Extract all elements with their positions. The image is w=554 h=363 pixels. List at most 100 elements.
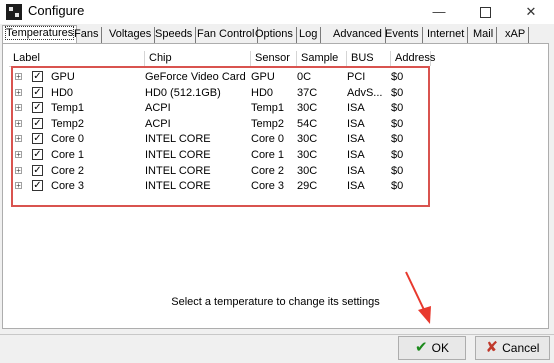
sensor-row[interactable]: + ✓ HD0 HD0 (512.1GB) HD0 37C AdvS... $0 <box>9 85 429 101</box>
column-header-sensor[interactable]: Sensor <box>251 51 297 66</box>
tab-options[interactable]: Options <box>252 27 297 44</box>
cell-label: Temp1 <box>51 102 85 115</box>
cancel-label: Cancel <box>502 341 540 355</box>
sensor-checkbox[interactable]: ✓ <box>32 71 43 82</box>
cell-address: $0 <box>391 133 404 146</box>
tab-events[interactable]: Events <box>382 27 423 44</box>
cell-bus: ISA <box>347 133 365 146</box>
maximize-button[interactable] <box>462 0 508 24</box>
cell-sensor: Core 1 <box>251 149 285 161</box>
cell-chip: INTEL CORE <box>145 149 211 161</box>
column-header-chip[interactable]: Chip <box>145 51 251 66</box>
checkmark-icon: ✔ <box>415 339 428 356</box>
sensor-checkbox[interactable]: ✓ <box>32 86 43 98</box>
expand-icon[interactable]: + <box>15 104 22 112</box>
sensor-row[interactable]: + ✓ Temp2 ACPI Temp2 54C ISA $0 <box>9 116 429 132</box>
tab-voltages[interactable]: Voltages <box>106 27 156 44</box>
cell-label: Core 1 <box>51 149 85 161</box>
cell-address: $0 <box>391 117 404 130</box>
cell-chip: HD0 (512.1GB) <box>145 86 221 99</box>
cell-sample: 0C <box>297 71 312 83</box>
cell-chip: INTEL CORE <box>145 180 211 193</box>
cell-address: $0 <box>391 102 404 115</box>
tab-xap[interactable]: xAP <box>502 27 530 44</box>
cell-chip: ACPI <box>145 102 171 115</box>
sensor-row[interactable]: + ✓ Temp1 ACPI Temp1 30C ISA $0 <box>9 100 429 116</box>
tab-strip: Temperatures Fans Voltages Speeds Fan Co… <box>0 24 554 45</box>
column-header-bus[interactable]: BUS <box>347 51 391 66</box>
sensor-checkbox[interactable]: ✓ <box>32 180 43 192</box>
expand-icon[interactable]: + <box>15 166 22 174</box>
cell-sample: 29C <box>297 180 318 193</box>
expand-icon[interactable]: + <box>15 135 22 143</box>
sensor-checkbox[interactable]: ✓ <box>32 117 43 129</box>
cell-address: $0 <box>391 86 404 99</box>
cell-address: $0 <box>391 149 404 161</box>
cell-sample: 30C <box>297 149 318 161</box>
cell-address: $0 <box>391 164 404 177</box>
window-title: Configure <box>28 3 85 18</box>
cell-label: Temp2 <box>51 117 85 130</box>
cell-label: Core 0 <box>51 133 85 146</box>
title-bar: Configure — ✕ <box>0 0 554 24</box>
sensor-row[interactable]: + ✓ Core 0 INTEL CORE Core 0 30C ISA $0 <box>9 131 429 147</box>
cell-sample: 30C <box>297 102 318 115</box>
cancel-x-icon: ✘ <box>485 339 499 356</box>
column-header-address[interactable]: Address <box>391 51 435 66</box>
app-icon <box>6 4 22 20</box>
cell-address: $0 <box>391 71 404 83</box>
column-header-label[interactable]: Label <box>9 51 145 66</box>
cell-sensor: Core 0 <box>251 133 285 146</box>
close-button[interactable]: ✕ <box>508 0 554 24</box>
cell-sample: 30C <box>297 133 318 146</box>
cell-bus: ISA <box>347 102 365 115</box>
tab-internet[interactable]: Internet <box>424 27 469 44</box>
sensor-row[interactable]: + ✓ GPU GeForce Video Card GPU 0C PCI $0 <box>9 69 429 85</box>
cell-bus: ISA <box>347 164 365 177</box>
cell-sensor: GPU <box>251 71 275 83</box>
sensor-row[interactable]: + ✓ Core 2 INTEL CORE Core 2 30C ISA $0 <box>9 163 429 179</box>
ok-label: OK <box>431 341 449 355</box>
cell-label: Core 3 <box>51 180 85 193</box>
minimize-button[interactable]: — <box>416 0 462 24</box>
cell-bus: AdvS... <box>347 86 383 99</box>
cell-sensor: Core 3 <box>251 180 285 193</box>
cell-bus: PCI <box>347 71 366 83</box>
cell-label: HD0 <box>51 86 74 99</box>
cell-bus: ISA <box>347 149 365 161</box>
sensor-row[interactable]: + ✓ Core 3 INTEL CORE Core 3 29C ISA $0 <box>9 178 429 194</box>
column-header-sample[interactable]: Sample <box>297 51 347 66</box>
expand-icon[interactable]: + <box>15 73 22 81</box>
sensor-row[interactable]: + ✓ Core 1 INTEL CORE Core 1 30C ISA $0 <box>9 147 429 163</box>
sensor-checkbox[interactable]: ✓ <box>32 164 43 176</box>
tab-advanced[interactable]: Advanced <box>330 27 386 44</box>
sensor-checkbox[interactable]: ✓ <box>32 102 43 114</box>
cell-sample: 54C <box>297 117 318 130</box>
cell-address: $0 <box>391 180 404 193</box>
expand-icon[interactable]: + <box>15 119 22 127</box>
cell-label: GPU <box>51 71 75 83</box>
cell-chip: ACPI <box>145 117 171 130</box>
cell-chip: GeForce Video Card <box>145 71 246 83</box>
cell-sensor: HD0 <box>251 86 274 99</box>
status-text: Select a temperature to change its setti… <box>171 296 380 308</box>
expand-icon[interactable]: + <box>15 88 22 96</box>
cell-sensor: Temp2 <box>251 117 285 130</box>
expand-icon[interactable]: + <box>15 182 22 190</box>
tab-temperatures[interactable]: Temperatures <box>2 25 78 45</box>
tab-fan-control[interactable]: Fan Control <box>194 27 259 44</box>
sensor-list[interactable]: Label Chip Sensor Sample BUS Address + ✓ G… <box>9 51 541 264</box>
cell-sample: 37C <box>297 86 318 99</box>
annotation-arrow-icon <box>405 271 431 324</box>
tab-speeds[interactable]: Speeds <box>152 27 197 44</box>
tab-panel: Label Chip Sensor Sample BUS Address + ✓ G… <box>2 43 549 329</box>
tab-mail[interactable]: Mail <box>470 27 498 44</box>
sensor-checkbox[interactable]: ✓ <box>32 133 43 145</box>
expand-icon[interactable]: + <box>15 151 22 159</box>
sensor-checkbox[interactable]: ✓ <box>32 149 43 160</box>
cell-chip: INTEL CORE <box>145 164 211 177</box>
cancel-button[interactable]: ✘ Cancel <box>475 336 550 360</box>
tab-fans[interactable]: Fans <box>71 27 103 44</box>
ok-button[interactable]: ✔ OK <box>398 336 466 360</box>
tab-log[interactable]: Log <box>296 27 322 44</box>
